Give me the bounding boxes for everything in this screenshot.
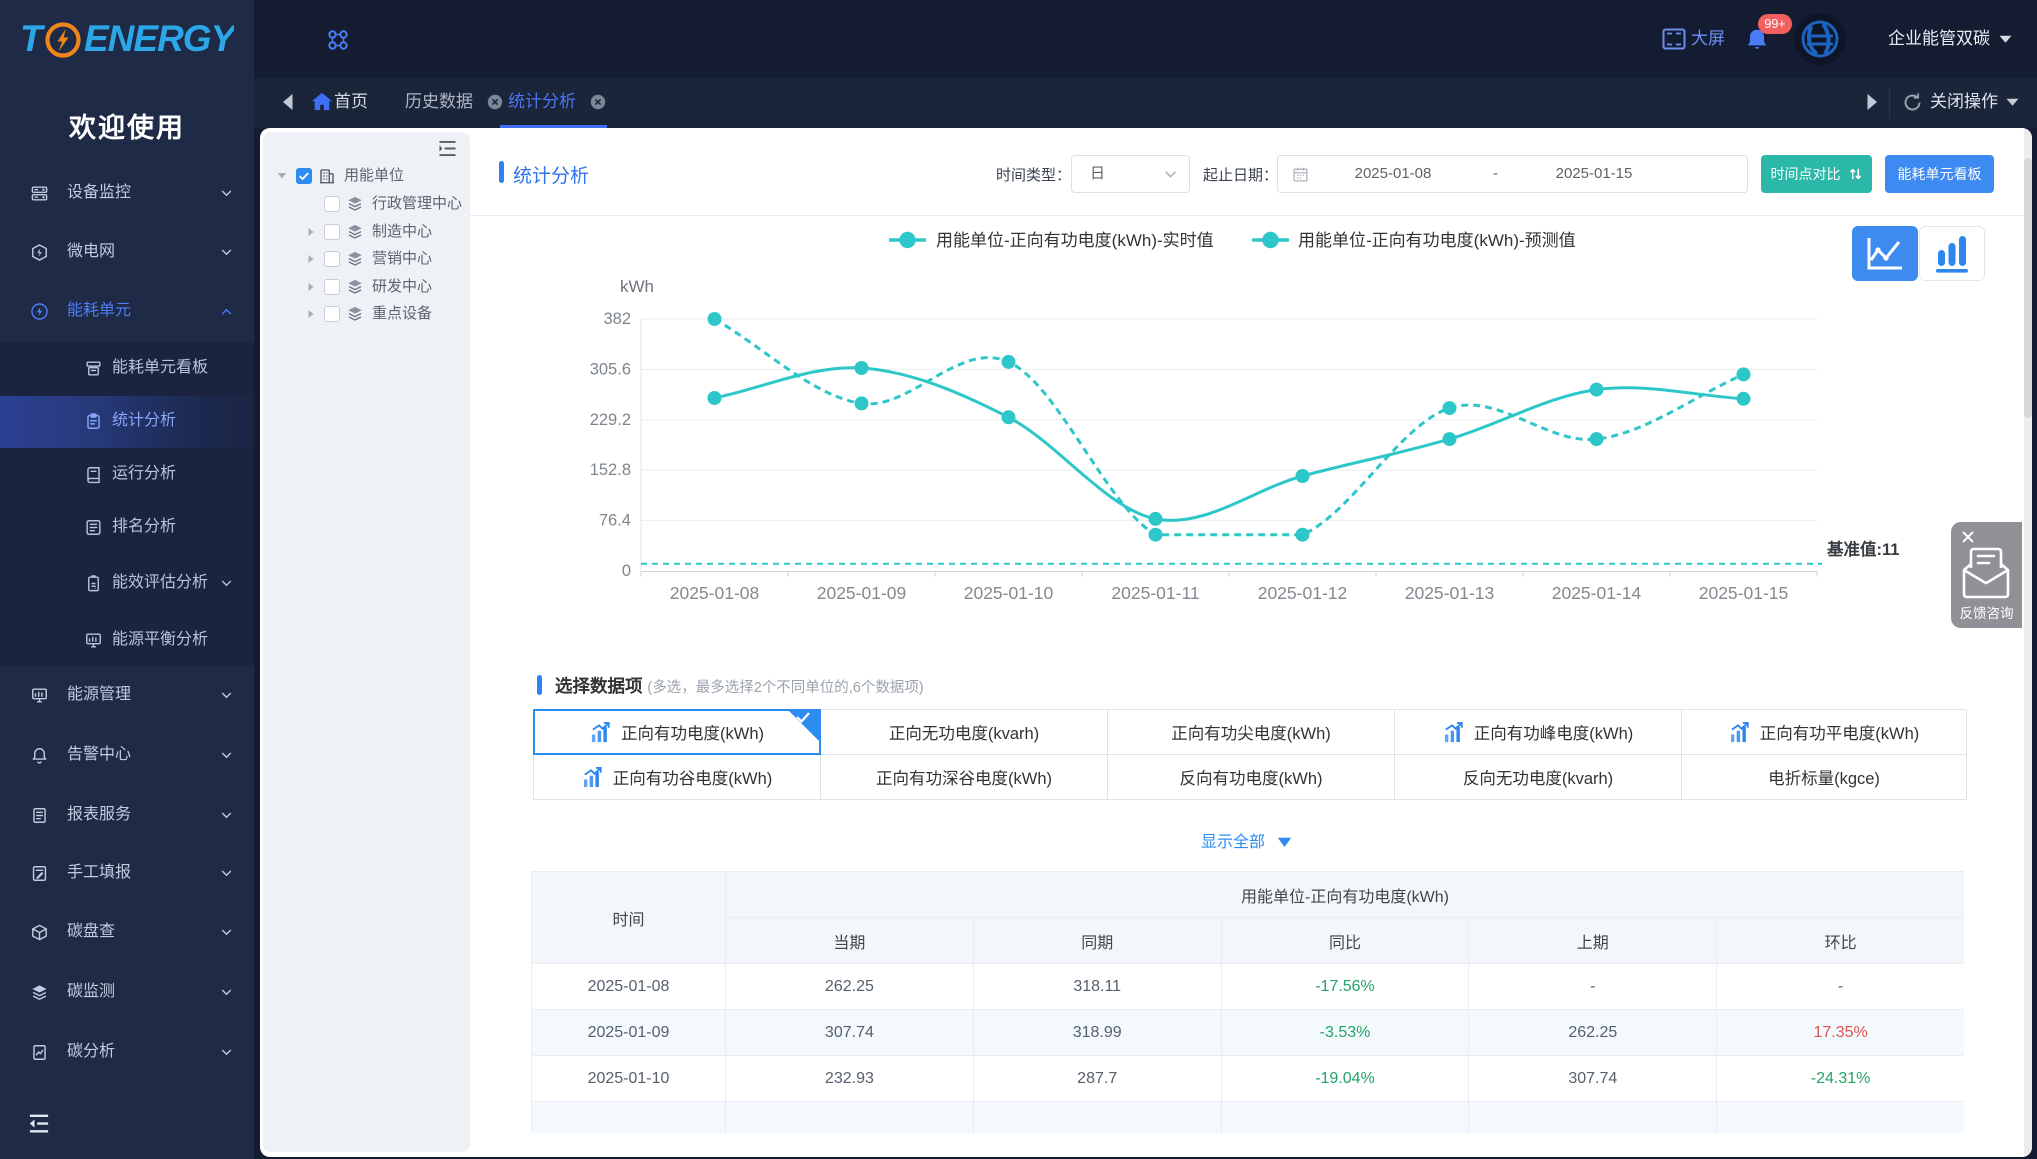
svg-text:用能单位-正向有功电度(kWh)-实时值: 用能单位-正向有功电度(kWh)-实时值: [936, 231, 1214, 250]
svg-text:基准值:11: 基准值:11: [1827, 539, 1899, 559]
svg-text:2025-01-15: 2025-01-15: [1699, 583, 1789, 603]
svg-text:229.2: 229.2: [590, 411, 631, 429]
svg-text:用能单位-正向有功电度(kWh)-预测值: 用能单位-正向有功电度(kWh)-预测值: [1298, 231, 1576, 250]
svg-text:T: T: [20, 20, 46, 59]
svg-text:kWh: kWh: [620, 277, 654, 296]
svg-text:ENERGY: ENERGY: [84, 20, 234, 59]
svg-text:反馈咨询: 反馈咨询: [1960, 606, 2014, 621]
svg-text:0: 0: [622, 562, 631, 580]
svg-text:76.4: 76.4: [599, 512, 631, 530]
svg-text:2025-01-13: 2025-01-13: [1405, 583, 1495, 603]
svg-text:382: 382: [603, 310, 631, 328]
svg-text:2025-01-08: 2025-01-08: [670, 583, 760, 603]
svg-text:2025-01-12: 2025-01-12: [1258, 583, 1348, 603]
svg-text:2025-01-09: 2025-01-09: [817, 583, 907, 603]
svg-text:305.6: 305.6: [590, 360, 631, 378]
svg-text:2025-01-14: 2025-01-14: [1552, 583, 1642, 603]
svg-text:2025-01-11: 2025-01-11: [1111, 583, 1199, 603]
svg-text:152.8: 152.8: [590, 461, 631, 479]
svg-text:2025-01-10: 2025-01-10: [964, 583, 1054, 603]
